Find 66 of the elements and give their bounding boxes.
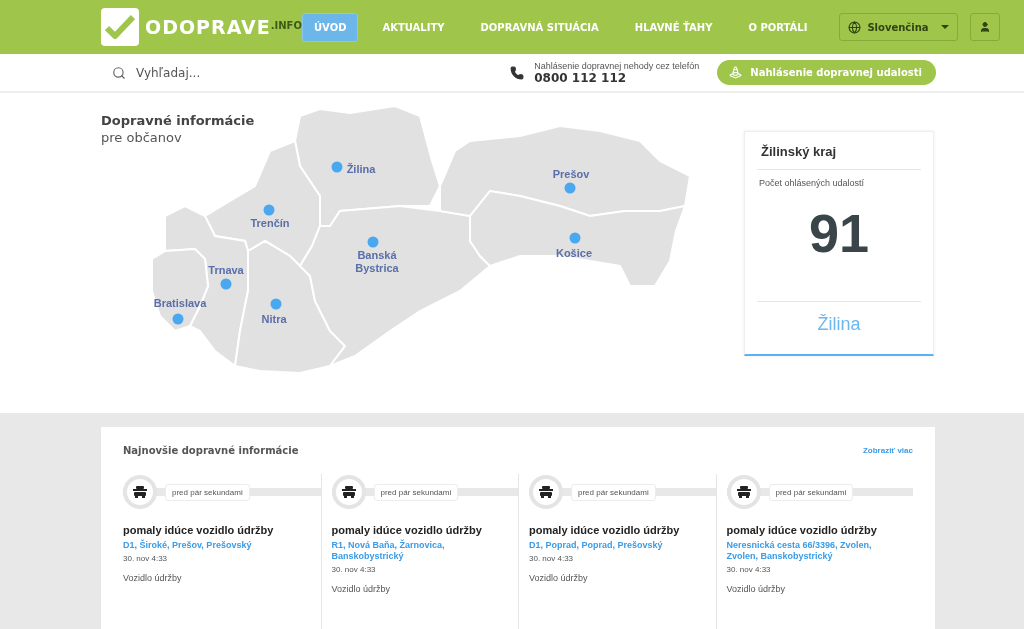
news-title: Najnovšie dopravné informácie: [123, 445, 299, 456]
map-marker[interactable]: [569, 232, 581, 244]
map-marker[interactable]: [172, 313, 184, 325]
vehicle-icon: [341, 486, 356, 498]
count-caption: Počet ohlásených udalostí: [759, 178, 866, 188]
vehicle-icon: [736, 486, 751, 498]
user-button[interactable]: [969, 13, 1000, 41]
hero-subtitle: pre občanov: [101, 130, 183, 145]
phone-icon: [510, 65, 525, 80]
event-date: 30. nov 4:33: [123, 554, 169, 563]
region-title: Žilinský kraj: [757, 132, 921, 170]
nav-tab[interactable]: ÚVOD: [301, 12, 359, 42]
report-button[interactable]: Nahlásenie dopravnej udalosti: [717, 60, 936, 85]
event-location-link[interactable]: Neresnická cesta 66/3396, Zvolen, Zvolen, Banskobystrický: [726, 540, 913, 562]
user-icon: [978, 21, 991, 33]
region-label[interactable]: Žilina: [346, 162, 376, 176]
nav-tab[interactable]: DOPRAVNÁ SITUÁCIA: [468, 12, 611, 42]
time-badge: pred pár sekundami: [373, 483, 459, 501]
language-dropdown[interactable]: Slovenčina: [839, 13, 958, 41]
event-location-link[interactable]: D1, Široké, Prešov, Prešovský: [123, 540, 321, 551]
map-marker[interactable]: [270, 298, 282, 310]
map-marker[interactable]: [564, 182, 576, 194]
event-location-link[interactable]: R1, Nová Baňa, Žarnovica, Banskobystrický: [331, 540, 518, 562]
nav-tab[interactable]: HLAVNÉ ŤAHY: [622, 12, 725, 42]
logo-name[interactable]: ODOPRAVE: [145, 16, 271, 38]
event-type: Vozidlo údržby: [331, 584, 392, 594]
region-label[interactable]: Košice: [555, 246, 593, 260]
vehicle-icon: [539, 486, 553, 498]
event-title: pomaly idúce vozidlo údržby: [123, 524, 275, 536]
map-marker[interactable]: [220, 278, 232, 290]
event-date: 30. nov 4:33: [726, 565, 772, 574]
city-link[interactable]: Žilina: [757, 314, 921, 335]
vehicle-icon: [133, 486, 147, 498]
event-type: Vozidlo údržby: [726, 584, 787, 594]
region-label[interactable]: Bratislava: [153, 296, 207, 310]
traffic-cone-icon: [729, 66, 743, 79]
region-label[interactable]: Trnava: [208, 263, 244, 277]
event-title: pomaly idúce vozidlo údržby: [529, 524, 681, 536]
search-icon: [112, 65, 126, 80]
nav-tab[interactable]: AKTUALITY: [370, 12, 457, 42]
event-count: 91: [757, 202, 921, 302]
logo-suffix: .INFO: [270, 20, 302, 31]
map-marker[interactable]: [331, 161, 343, 173]
show-more-link[interactable]: Zobraziť viac: [862, 446, 913, 455]
event-title: pomaly idúce vozidlo údržby: [726, 524, 878, 536]
event-type: Vozidlo údržby: [529, 573, 589, 583]
nav-tab[interactable]: O PORTÁLI: [736, 12, 820, 42]
event-date: 30. nov 4:33: [529, 554, 575, 563]
event-title: pomaly idúce vozidlo údržby: [331, 524, 483, 536]
time-badge: pred pár sekundami: [165, 483, 250, 501]
time-badge: pred pár sekundami: [571, 483, 656, 501]
time-badge: pred pár sekundami: [768, 483, 854, 501]
globe-icon: [848, 20, 862, 34]
region-label[interactable]: Prešov: [552, 167, 590, 181]
hotline-number: 0800 112 112: [534, 70, 627, 85]
map-marker[interactable]: [263, 204, 275, 216]
region-label[interactable]: Banská Bystrica: [346, 249, 408, 275]
map-marker[interactable]: [367, 236, 379, 248]
region-label[interactable]: Trenčín: [250, 216, 290, 230]
hotline-caption: Nahlásenie dopravnej nehody cez telefón: [534, 60, 700, 71]
logo-icon[interactable]: [101, 8, 139, 46]
event-location-link[interactable]: D1, Poprad, Poprad, Prešovský: [529, 540, 716, 551]
caret-icon: [940, 25, 949, 29]
event-type: Vozidlo údržby: [123, 573, 183, 583]
event-date: 30. nov 4:33: [331, 565, 377, 574]
region-label[interactable]: Nitra: [261, 312, 287, 326]
